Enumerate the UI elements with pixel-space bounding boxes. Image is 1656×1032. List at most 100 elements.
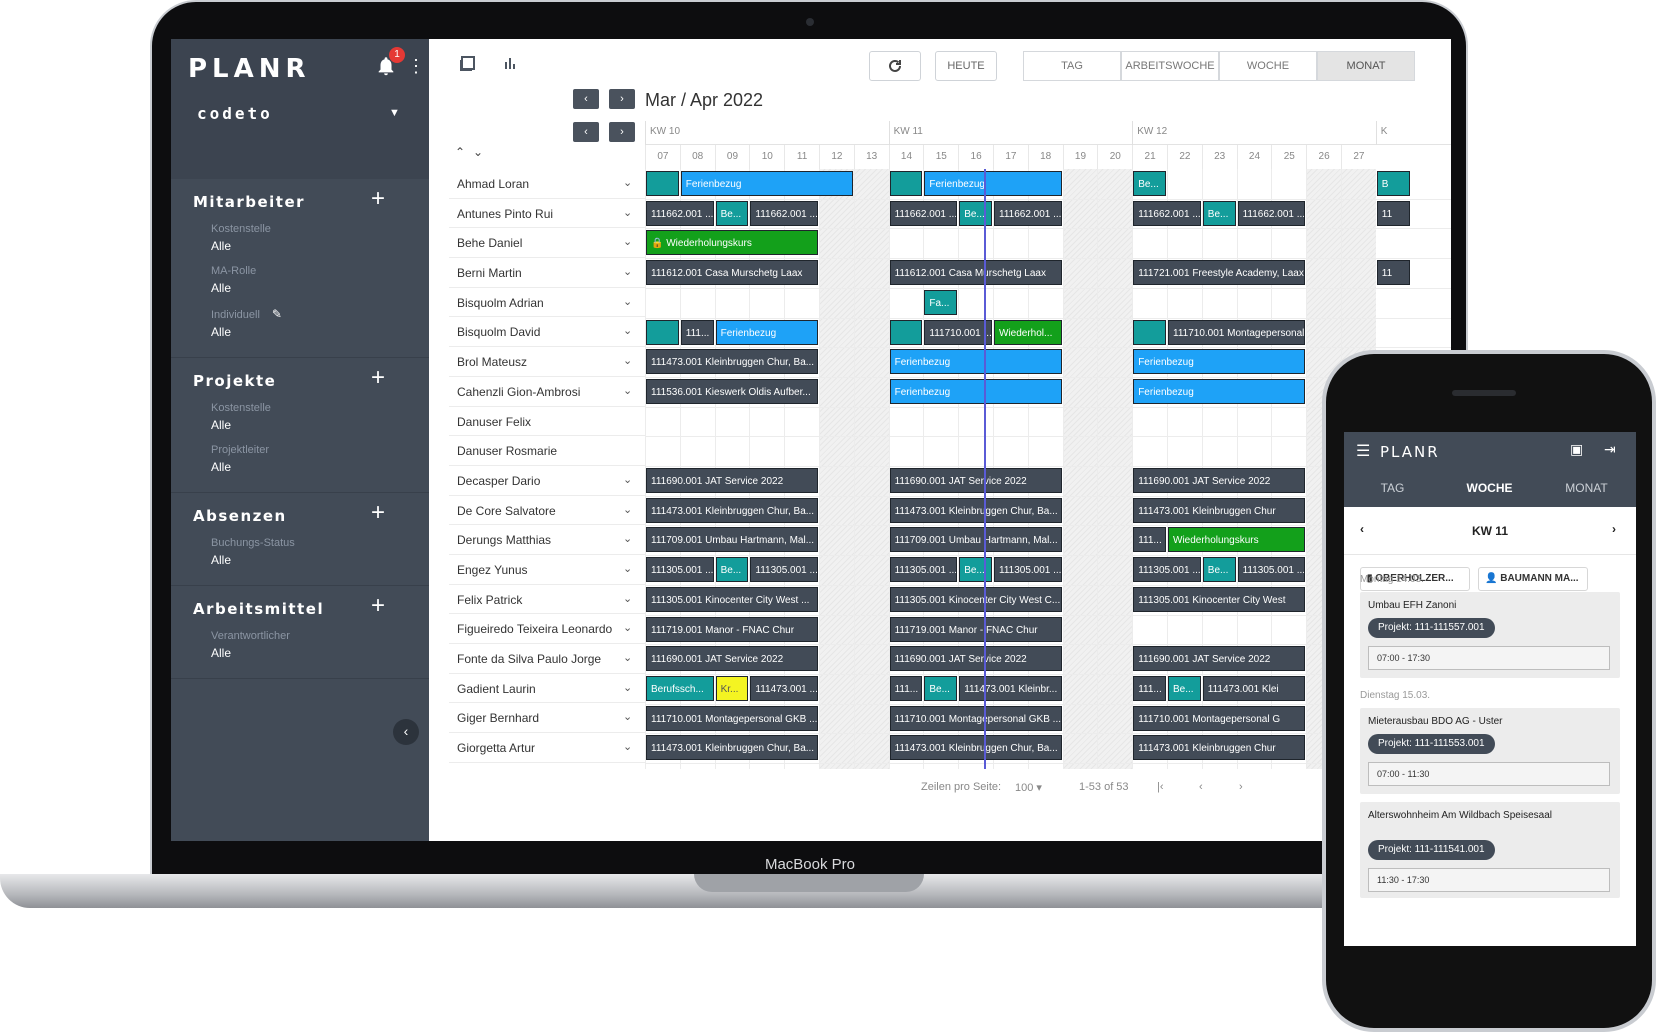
chevron-down-icon[interactable]: ⌄ xyxy=(623,651,632,664)
booking-bar[interactable]: 111305.001 ... xyxy=(889,557,958,583)
booking-bar[interactable]: 111710.001 Montagepersonal xyxy=(1168,319,1306,345)
booking-bar[interactable]: 111473.001 Kleinbruggen Chur, Ba... xyxy=(646,497,818,523)
chevron-down-icon[interactable]: ⌄ xyxy=(623,265,632,278)
pdf-export-icon[interactable] xyxy=(457,55,479,77)
calendar-icon[interactable]: ▣ xyxy=(1570,441,1583,458)
sidebar-filter[interactable]: Individuell ✎ Alle xyxy=(211,307,429,339)
booking-bar[interactable]: 111690.001 JAT Service 2022 xyxy=(1133,646,1306,672)
booking-bar[interactable]: 111710.001 Montagepersonal GKB ... xyxy=(889,705,1062,731)
booking-bar[interactable]: Wiederhol... xyxy=(994,319,1062,345)
project-pill[interactable]: Projekt: 111-111553.001 xyxy=(1368,734,1495,754)
chevron-down-icon[interactable]: ⌄ xyxy=(623,206,632,219)
booking-bar[interactable]: 111473.001 Kleinbr... xyxy=(959,675,1062,701)
filter-value[interactable]: Alle xyxy=(211,553,429,567)
tab-day[interactable]: TAG xyxy=(1023,51,1121,81)
booking-bar[interactable]: 111... xyxy=(1133,527,1166,553)
booking-bar[interactable]: 111473.001 Kleinbruggen Chur, Ba... xyxy=(889,497,1062,523)
mobile-tab-day[interactable]: TAG xyxy=(1344,481,1441,495)
rows-per-page-select[interactable]: 100 ▾ xyxy=(1015,781,1042,794)
add-icon[interactable]: + xyxy=(371,187,385,211)
employee-row[interactable]: Brol Mateusz ⌄ xyxy=(449,347,645,377)
booking-bar[interactable]: Fa... xyxy=(924,289,958,315)
booking-bar[interactable]: 111612.001 Casa Murschetg Laax xyxy=(646,260,818,286)
booking-bar[interactable]: 111710.001 Montagepersonal GKB ... xyxy=(646,705,818,731)
booking-bar[interactable]: 111710.001 ... xyxy=(924,319,992,345)
employee-row[interactable]: Danuser Rosmarie xyxy=(449,436,645,466)
chart-icon[interactable] xyxy=(499,55,521,77)
booking-bar[interactable]: 🔒 Wiederholungskurs xyxy=(646,230,818,256)
mobile-tab-month[interactable]: MONAT xyxy=(1538,481,1635,495)
employee-row[interactable]: Danuser Felix xyxy=(449,407,645,437)
project-pill[interactable]: Projekt: 111-111557.001 xyxy=(1368,618,1495,638)
employee-row[interactable]: Felix Patrick ⌄ xyxy=(449,585,645,615)
booking-bar[interactable]: 111305.001 ... xyxy=(1133,557,1201,583)
sidebar-filter[interactable]: Kostenstelle Alle xyxy=(211,402,429,432)
booking-bar[interactable]: 111473.001 Kleinbruggen Chur, Ba... xyxy=(889,735,1062,761)
booking-bar[interactable]: 111473.001 Kleinbruggen Chur xyxy=(1133,497,1306,523)
booking-bar[interactable]: Ferienbezug xyxy=(924,171,1062,196)
filter-value[interactable]: Alle xyxy=(211,460,429,474)
booking-bar[interactable]: 111612.001 Casa Murschetg Laax xyxy=(889,260,1062,286)
booking-bar[interactable]: 111... xyxy=(680,319,714,345)
booking-bar[interactable]: 111662.001 ... xyxy=(889,200,958,226)
mobile-booking-card[interactable]: Alterswohnheim Am Wildbach Speisesaal Pr… xyxy=(1360,802,1620,898)
booking-bar[interactable]: 111662.001 ... xyxy=(1237,200,1306,226)
employee-row[interactable]: Antunes Pinto Rui ⌄ xyxy=(449,199,645,229)
booking-bar[interactable]: Wiederholungskurs xyxy=(1168,527,1306,553)
sidebar-filter[interactable]: Buchungs-Status Alle xyxy=(211,537,429,567)
booking-bar[interactable]: 111473.001 Kleinbruggen Chur xyxy=(1133,735,1306,761)
booking-bar[interactable]: 111690.001 JAT Service 2022 xyxy=(889,468,1062,493)
chevron-down-icon[interactable]: ⌄ xyxy=(623,473,632,486)
booking-bar[interactable]: Berufssch... xyxy=(646,675,714,701)
edit-icon[interactable]: ✎ xyxy=(272,307,282,321)
booking-bar[interactable]: Ferienbezug xyxy=(715,319,818,345)
booking-bar[interactable]: Kr... xyxy=(715,675,749,701)
employee-row[interactable]: Behe Daniel ⌄ xyxy=(449,228,645,259)
booking-bar[interactable]: 111662.001 ... xyxy=(750,200,818,226)
employee-row[interactable]: De Core Salvatore ⌄ xyxy=(449,496,645,526)
booking-bar[interactable]: 111662.001 ... xyxy=(994,200,1062,226)
sidebar-filter[interactable]: Kostenstelle Alle xyxy=(211,223,429,253)
first-page-icon[interactable]: |‹ xyxy=(1157,781,1164,793)
booking-bar[interactable] xyxy=(1133,319,1166,345)
prev-period-button[interactable]: ‹ xyxy=(573,89,599,109)
booking-bar[interactable]: 111690.001 JAT Service 2022 xyxy=(646,468,818,493)
chevron-down-icon[interactable]: ⌄ xyxy=(623,176,632,189)
booking-bar[interactable]: 111662.001 ... xyxy=(1133,200,1201,226)
employee-row[interactable]: Gadient Laurin ⌄ xyxy=(449,674,645,704)
employee-row[interactable]: Cahenzli Gion-Ambrosi ⌄ xyxy=(449,377,645,407)
booking-bar[interactable]: Be... xyxy=(924,675,958,701)
booking-bar[interactable]: 111473.001 ... xyxy=(750,675,818,701)
booking-bar[interactable]: Ferienbezug xyxy=(889,349,1062,375)
chevron-down-icon[interactable]: ⌄ xyxy=(623,740,632,753)
chevron-down-icon[interactable]: ⌄ xyxy=(623,235,632,248)
scroll-left-button[interactable]: ‹ xyxy=(573,122,599,142)
add-icon[interactable]: + xyxy=(371,366,385,390)
booking-bar[interactable]: 111709.001 Umbau Hartmann, Mal... xyxy=(646,527,818,553)
chevron-down-icon[interactable]: ⌄ xyxy=(623,681,632,694)
menu-icon[interactable]: ☰ xyxy=(1356,441,1370,461)
booking-bar[interactable]: Be... xyxy=(1133,171,1166,196)
refresh-button[interactable] xyxy=(869,51,921,81)
scroll-right-button[interactable]: › xyxy=(609,122,635,142)
booking-bar[interactable]: 111473.001 Klei xyxy=(1202,675,1306,701)
prev-page-icon[interactable]: ‹ xyxy=(1199,781,1203,793)
booking-bar[interactable]: Be... xyxy=(959,557,992,583)
booking-bar[interactable] xyxy=(889,171,923,196)
sidebar-filter[interactable]: Projektleiter Alle xyxy=(211,444,429,474)
mobile-booking-card[interactable]: Umbau EFH Zanoni Projekt: 111-111557.001… xyxy=(1360,592,1620,678)
chevron-down-icon[interactable]: ⌄ xyxy=(623,295,632,308)
filter-value[interactable]: Alle xyxy=(211,281,429,295)
employee-row[interactable]: Fonte da Silva Paulo Jorge ⌄ xyxy=(449,644,645,674)
chevron-down-icon[interactable]: ⌄ xyxy=(623,384,632,397)
filter-value[interactable]: Alle xyxy=(211,418,429,432)
sidebar-filter[interactable]: Verantwortlicher Alle xyxy=(211,630,429,660)
add-icon[interactable]: + xyxy=(371,594,385,618)
time-field[interactable]: 07:00 - 11:30 xyxy=(1368,762,1610,786)
booking-bar[interactable]: 111690.001 JAT Service 2022 xyxy=(1133,468,1306,493)
booking-bar[interactable]: 111305.001 ... xyxy=(1237,557,1306,583)
booking-bar[interactable]: Ferienbezug xyxy=(1133,349,1306,375)
sort-arrows-icon[interactable]: ⌃⌄ xyxy=(455,145,491,159)
filter-value[interactable]: Alle xyxy=(211,646,429,660)
time-field[interactable]: 07:00 - 17:30 xyxy=(1368,646,1610,670)
